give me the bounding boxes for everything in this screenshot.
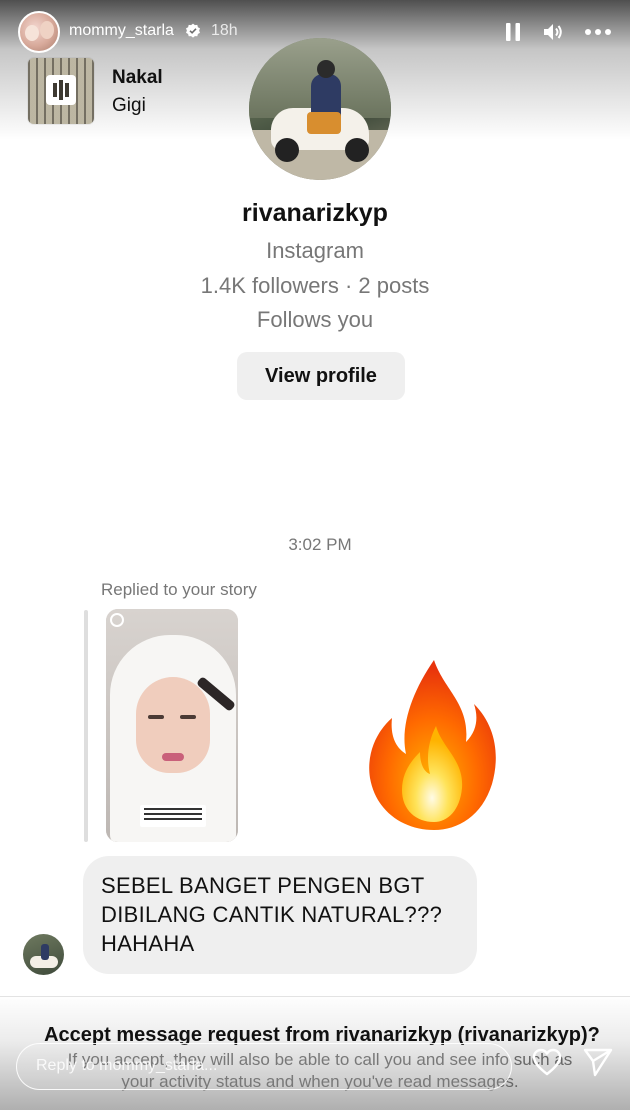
send-icon[interactable] — [582, 1046, 614, 1078]
story-reply-placeholder[interactable]: Reply to mommy_starla... — [36, 1057, 217, 1075]
music-title[interactable]: Nakal — [112, 67, 163, 89]
story-author-avatar[interactable] — [18, 11, 60, 53]
reply-quote-line — [84, 610, 88, 842]
request-divider — [0, 996, 630, 997]
fire-emoji-reaction — [369, 660, 496, 830]
message-timestamp: 3:02 PM — [288, 535, 352, 554]
heart-icon[interactable] — [532, 1048, 562, 1076]
message-text: SEBEL BANGET PENGEN BGT DIBILANG CANTIK … — [101, 873, 443, 956]
profile-stats: 1.4K followers · 2 posts — [200, 273, 430, 298]
story-username[interactable]: mommy_starla — [69, 22, 174, 40]
message-bubble[interactable]: SEBEL BANGET PENGEN BGT DIBILANG CANTIK … — [83, 856, 477, 974]
more-icon[interactable] — [584, 28, 612, 36]
view-profile-button[interactable]: View profile — [237, 352, 405, 400]
profile-platform: Instagram — [266, 238, 364, 263]
music-artist[interactable]: Gigi — [112, 95, 146, 117]
replied-to-story-label: Replied to your story — [101, 580, 257, 599]
profile-follow-status: Follows you — [256, 307, 374, 332]
music-album-cover[interactable] — [28, 58, 94, 124]
verified-icon — [186, 23, 200, 38]
pause-icon[interactable] — [505, 22, 521, 42]
story-time-ago: 18h — [211, 22, 238, 39]
profile-name: rivanarizkyp — [242, 199, 388, 227]
sender-avatar[interactable] — [23, 934, 64, 975]
story-header: mommy_starla 18h — [0, 0, 630, 62]
replied-story-thumbnail[interactable] — [106, 609, 238, 842]
volume-icon[interactable] — [542, 21, 564, 43]
